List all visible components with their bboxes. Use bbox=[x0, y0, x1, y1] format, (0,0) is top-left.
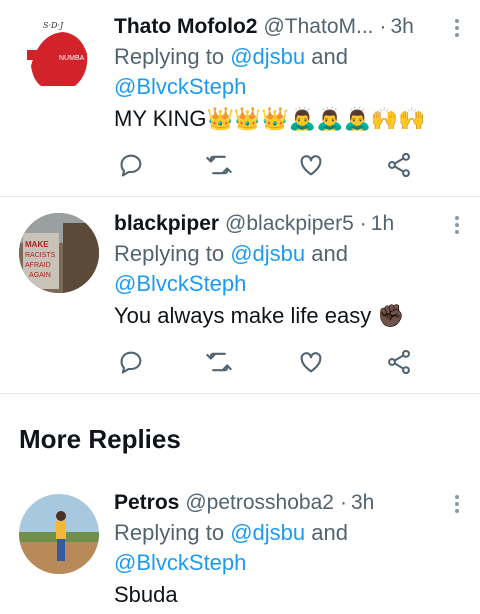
reply-icon[interactable] bbox=[114, 345, 148, 379]
replying-to: Replying to @djsbu and bbox=[114, 42, 460, 72]
mention-link[interactable]: @djsbu bbox=[230, 44, 305, 69]
avatar-image bbox=[19, 494, 99, 574]
separator-dot: · bbox=[339, 491, 347, 514]
user-handle[interactable]: @blackpiper5 bbox=[225, 212, 354, 236]
share-icon[interactable] bbox=[382, 148, 416, 182]
user-handle[interactable]: @ThatoM... bbox=[263, 15, 373, 39]
replying-and: and bbox=[305, 44, 348, 69]
separator-dot: · bbox=[359, 212, 367, 235]
timestamp[interactable]: 3h bbox=[391, 15, 414, 39]
more-options-icon[interactable] bbox=[450, 492, 464, 516]
avatar-image: MAKE RACISTS AFRAID AGAIN bbox=[19, 213, 99, 293]
more-options-icon[interactable] bbox=[450, 16, 464, 40]
replying-prefix: Replying to bbox=[114, 241, 231, 266]
more-options-icon[interactable] bbox=[450, 213, 464, 237]
retweet-icon[interactable] bbox=[202, 345, 236, 379]
replying-to: Replying to @djsbu and bbox=[114, 239, 460, 269]
tweet-text: You always make life easy ✊🏿 bbox=[114, 303, 405, 328]
divider bbox=[0, 393, 480, 394]
mention-link[interactable]: @BlvckSteph bbox=[114, 271, 246, 296]
replying-to: Replying to @djsbu and bbox=[114, 518, 460, 548]
mention-link[interactable]: @djsbu bbox=[230, 520, 305, 545]
timestamp[interactable]: 1h bbox=[371, 212, 394, 236]
display-name[interactable]: Petros bbox=[114, 491, 179, 515]
svg-text:AFRAID: AFRAID bbox=[25, 262, 51, 269]
mention-link[interactable]: @BlvckSteph bbox=[114, 74, 246, 99]
separator-dot: · bbox=[379, 15, 387, 38]
replying-and: and bbox=[305, 520, 348, 545]
tweet-2[interactable]: MAKE RACISTS AFRAID AGAIN blackpiper @bl… bbox=[0, 197, 480, 393]
replying-prefix: Replying to bbox=[114, 520, 231, 545]
more-replies-heading: More Replies bbox=[19, 424, 181, 454]
tweet-actions bbox=[114, 345, 414, 379]
user-handle[interactable]: @petrosshoba2 bbox=[185, 491, 334, 515]
avatar-image: S·D·J NUMBA bbox=[19, 14, 99, 94]
like-icon[interactable] bbox=[294, 148, 328, 182]
avatar[interactable]: MAKE RACISTS AFRAID AGAIN bbox=[19, 213, 99, 293]
svg-text:RACISTS: RACISTS bbox=[25, 252, 56, 259]
tweet-3[interactable]: Petros @petrosshoba2 · 3h Replying to @d… bbox=[0, 478, 480, 614]
avatar[interactable]: S·D·J NUMBA bbox=[19, 14, 99, 94]
mention-link[interactable]: @djsbu bbox=[230, 241, 305, 266]
tweet-actions bbox=[114, 148, 414, 182]
avatar[interactable] bbox=[19, 494, 99, 574]
retweet-icon[interactable] bbox=[202, 148, 236, 182]
display-name[interactable]: Thato Mofolo2 bbox=[114, 15, 257, 39]
reply-icon[interactable] bbox=[114, 148, 148, 182]
like-icon[interactable] bbox=[294, 345, 328, 379]
svg-text:MAKE: MAKE bbox=[25, 240, 49, 249]
svg-text:S·D·J: S·D·J bbox=[43, 21, 64, 30]
display-name[interactable]: blackpiper bbox=[114, 212, 219, 236]
replying-and: and bbox=[305, 241, 348, 266]
tweet-text: MY KING👑👑👑🙇‍♂️🙇‍♂️🙇‍♂️🙌🙌 bbox=[114, 106, 426, 131]
tweet-1[interactable]: S·D·J NUMBA Thato Mofolo2 @ThatoM... · 3… bbox=[0, 0, 480, 196]
share-icon[interactable] bbox=[382, 345, 416, 379]
replying-prefix: Replying to bbox=[114, 44, 231, 69]
timestamp[interactable]: 3h bbox=[351, 491, 374, 515]
tweet-text: Sbuda bbox=[114, 582, 178, 607]
svg-text:AGAIN: AGAIN bbox=[29, 272, 51, 279]
svg-text:NUMBA: NUMBA bbox=[59, 55, 85, 62]
mention-link[interactable]: @BlvckSteph bbox=[114, 550, 246, 575]
